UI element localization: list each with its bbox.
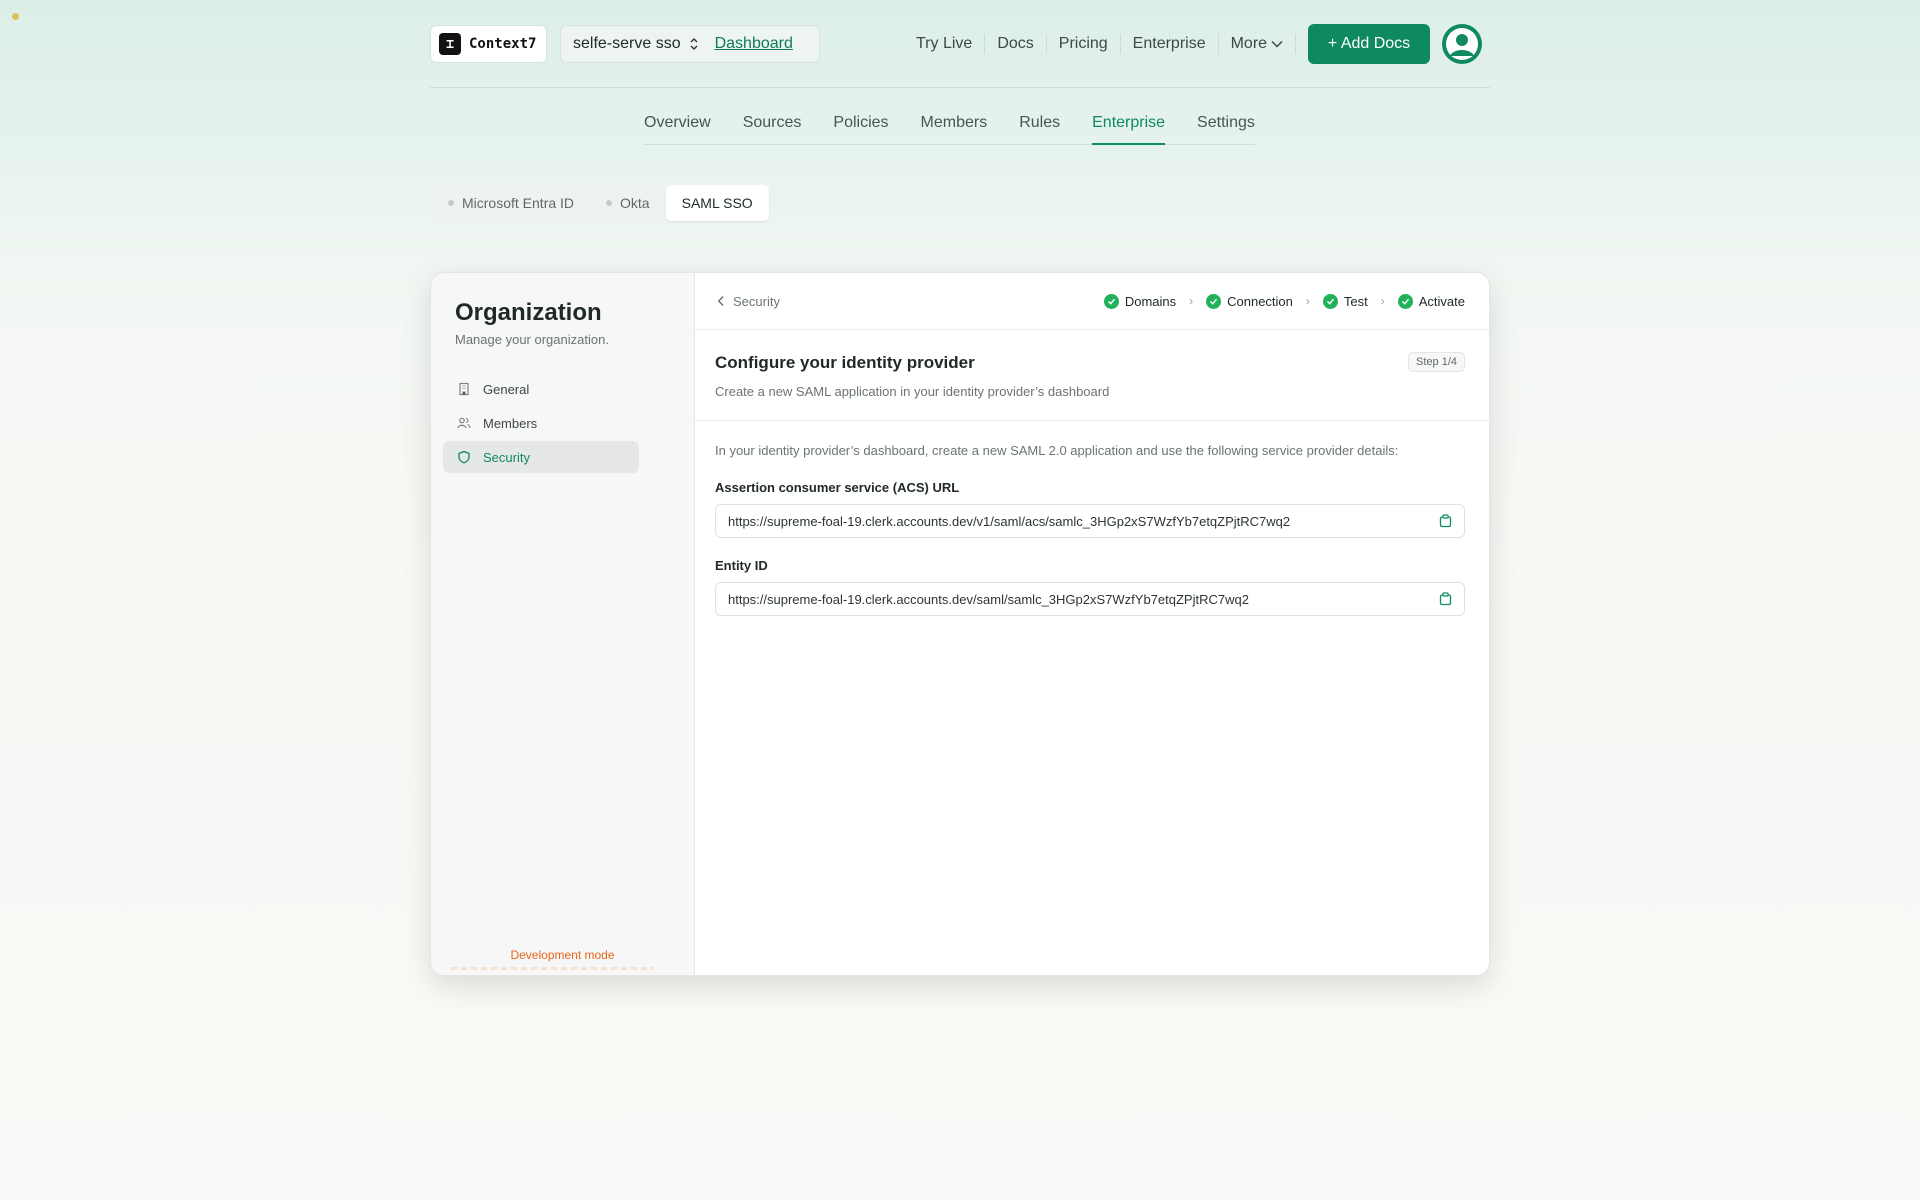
- acs-url-value: https://supreme-foal-19.clerk.accounts.d…: [728, 513, 1291, 529]
- top-nav: Try Live Docs Pricing Enterprise More: [904, 34, 1297, 54]
- tab-sources[interactable]: Sources: [743, 112, 802, 144]
- nav-docs[interactable]: Docs: [985, 35, 1045, 53]
- tab-enterprise[interactable]: Enterprise: [1092, 112, 1165, 145]
- step-test[interactable]: Test: [1322, 293, 1368, 309]
- check-circle-icon: [1322, 293, 1338, 309]
- user-icon: [1446, 28, 1479, 60]
- status-dot: [448, 200, 454, 206]
- back-label: Security: [733, 293, 780, 309]
- entity-id-field[interactable]: https://supreme-foal-19.clerk.accounts.d…: [715, 582, 1465, 616]
- organization-sidebar: Organization Manage your organization. G…: [431, 273, 695, 975]
- nav-more[interactable]: More: [1219, 35, 1295, 53]
- check-circle-icon: [1206, 293, 1222, 309]
- tab-policies[interactable]: Policies: [833, 112, 888, 144]
- sso-provider-tabs: Microsoft Entra ID Okta SAML SSO: [430, 183, 771, 223]
- wizard-steps: Domains › Connection › Test › Activate: [1103, 293, 1465, 309]
- chevron-right-icon: ›: [1305, 294, 1310, 308]
- tab-label: Microsoft Entra ID: [462, 195, 575, 211]
- section-divider: [695, 420, 1489, 421]
- sidebar-item-members[interactable]: Members: [443, 407, 639, 439]
- development-mode-stripe: [451, 967, 654, 970]
- check-circle-icon: [1103, 293, 1119, 309]
- top-header: ⌶ Context7 selfe-serve sso Dashboard Try…: [430, 24, 1490, 64]
- project-name: selfe-serve sso: [573, 35, 681, 52]
- step-label: Domains: [1124, 293, 1177, 309]
- status-dot: [12, 13, 19, 20]
- organization-subtitle: Manage your organization.: [455, 332, 609, 347]
- nav-divider: [1295, 34, 1297, 54]
- tab-saml-sso[interactable]: SAML SSO: [665, 185, 769, 221]
- organization-title: Organization: [455, 299, 602, 326]
- logo[interactable]: ⌶ Context7: [430, 25, 547, 63]
- status-dot: [606, 200, 613, 206]
- sidebar-item-label: General: [483, 381, 530, 397]
- sidebar-item-label: Security: [483, 449, 530, 465]
- sidebar-item-security[interactable]: Security: [443, 441, 639, 473]
- entity-id-value: https://supreme-foal-19.clerk.accounts.d…: [728, 591, 1249, 607]
- step-badge: Step 1/4: [1408, 352, 1465, 372]
- sidebar-item-general[interactable]: General: [443, 373, 639, 405]
- step-connection[interactable]: Connection: [1206, 293, 1293, 309]
- tab-rules[interactable]: Rules: [1019, 112, 1060, 144]
- user-avatar[interactable]: [1442, 24, 1483, 64]
- acs-url-label: Assertion consumer service (ACS) URL: [715, 480, 960, 495]
- copy-icon[interactable]: [1439, 514, 1452, 528]
- tab-okta[interactable]: Okta: [590, 185, 666, 221]
- tab-overview[interactable]: Overview: [644, 112, 711, 144]
- add-docs-button[interactable]: + Add Docs: [1308, 24, 1431, 64]
- section-description: Create a new SAML application in your id…: [715, 384, 1110, 399]
- step-label: Connection: [1227, 293, 1293, 309]
- entity-id-label: Entity ID: [715, 558, 768, 573]
- context7-logo-icon: ⌶: [439, 33, 461, 55]
- shield-icon: [458, 450, 470, 464]
- nav-try-live[interactable]: Try Live: [904, 35, 984, 53]
- tab-microsoft-entra-id[interactable]: Microsoft Entra ID: [432, 185, 590, 221]
- nav-enterprise[interactable]: Enterprise: [1121, 35, 1218, 53]
- wizard-topbar: Security Domains › Connection › Test › A…: [695, 273, 1489, 330]
- copy-icon[interactable]: [1439, 592, 1452, 606]
- dashboard-link[interactable]: Dashboard: [715, 35, 793, 53]
- nav-pricing[interactable]: Pricing: [1047, 35, 1120, 53]
- check-circle-icon: [1397, 293, 1413, 309]
- step-activate[interactable]: Activate: [1397, 293, 1465, 309]
- organization-menu: General Members Security: [443, 373, 639, 475]
- logo-text: Context7: [469, 36, 537, 52]
- instructions-text: In your identity provider’s dashboard, c…: [715, 443, 1399, 458]
- step-label: Activate: [1418, 293, 1465, 309]
- chevron-right-icon: ›: [1189, 294, 1194, 308]
- sso-wizard: Security Domains › Connection › Test › A…: [695, 273, 1489, 975]
- tab-label: SAML SSO: [681, 195, 753, 211]
- main-tabs: Overview Sources Policies Members Rules …: [644, 112, 1255, 145]
- project-switcher[interactable]: selfe-serve sso Dashboard: [560, 25, 820, 63]
- users-icon: [457, 417, 471, 429]
- more-label: More: [1230, 35, 1268, 52]
- header-divider: [430, 87, 1490, 88]
- acs-url-field[interactable]: https://supreme-foal-19.clerk.accounts.d…: [715, 504, 1465, 538]
- building-icon: [459, 382, 469, 396]
- tab-settings[interactable]: Settings: [1197, 112, 1255, 144]
- chevron-down-icon: [1271, 40, 1283, 48]
- step-label: Test: [1343, 293, 1368, 309]
- organization-card: Organization Manage your organization. G…: [430, 272, 1490, 976]
- back-to-security-button[interactable]: Security: [717, 294, 780, 309]
- section-title: Configure your identity provider: [715, 353, 975, 372]
- chevron-left-icon: [717, 295, 724, 307]
- section-header: Configure your identity provider Create …: [715, 352, 1465, 399]
- development-mode-badge: Development mode: [510, 948, 615, 962]
- chevron-up-down-icon: [690, 38, 698, 50]
- step-domains[interactable]: Domains: [1103, 293, 1177, 309]
- chevron-right-icon: ›: [1380, 294, 1385, 308]
- tab-label: Okta: [620, 195, 650, 211]
- tab-members[interactable]: Members: [921, 112, 988, 144]
- sidebar-item-label: Members: [483, 415, 538, 431]
